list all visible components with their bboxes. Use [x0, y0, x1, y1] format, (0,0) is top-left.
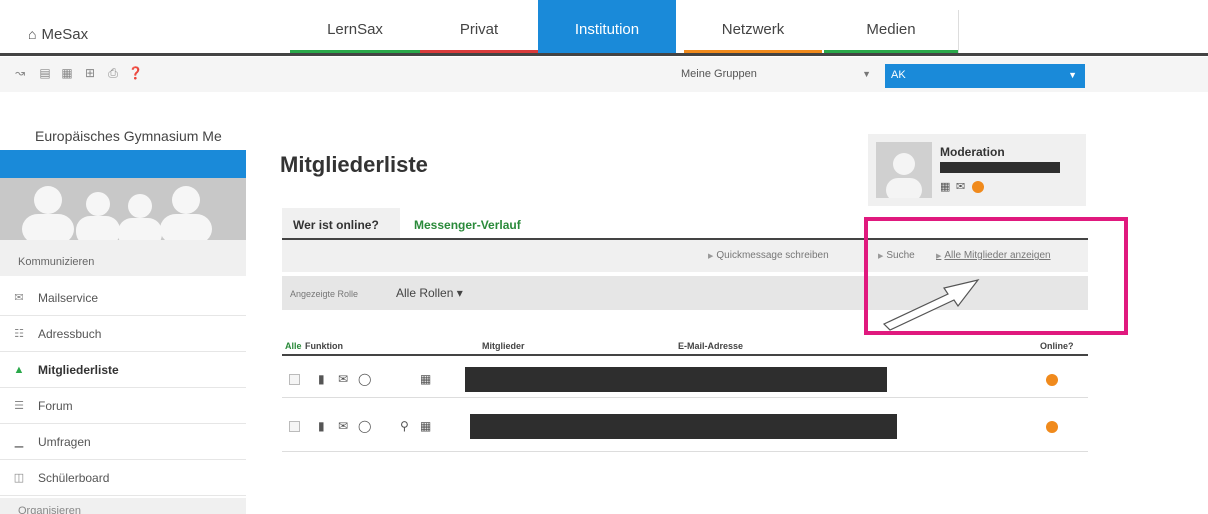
moderation-title: Moderation [940, 145, 1005, 159]
members-icon: ▲ [13, 364, 25, 376]
chart-icon: ▁ [14, 436, 24, 448]
vcard-icon[interactable]: ▦ [420, 372, 431, 386]
address-book-icon: ☷ [14, 328, 24, 340]
message-icon[interactable]: ▮ [318, 372, 325, 386]
online-status-icon [1046, 421, 1058, 433]
sidebar-item-label: Adressbuch [38, 327, 102, 341]
select-all-header[interactable]: Alle [285, 341, 302, 351]
sidebar-item-forum[interactable]: ☰ Forum [0, 388, 246, 424]
role-filter-label: Angezeigte Rolle [290, 289, 359, 299]
select-value: AK [891, 69, 906, 81]
row-checkbox[interactable] [289, 421, 300, 432]
at-icon[interactable]: ◯ [358, 419, 371, 433]
tab-lernsax[interactable]: LernSax [290, 0, 420, 53]
tab-divider [958, 10, 959, 53]
section-label: Kommunizieren [18, 256, 95, 268]
section-kommunizieren: Kommunizieren [0, 240, 246, 276]
online-header: Online? [1040, 341, 1074, 351]
user-placeholder-icon [886, 153, 922, 198]
tab-label: Netzwerk [721, 21, 785, 38]
sidebar-item-mitgliederliste[interactable]: ▲ Mitgliederliste [0, 352, 246, 388]
home-icon: ⌂ [28, 26, 37, 42]
envelope-icon[interactable]: ✉ [338, 419, 348, 433]
section-label: Organisieren [18, 505, 81, 514]
row-checkbox[interactable] [289, 374, 300, 385]
group-select[interactable]: AK ▼ [885, 64, 1085, 88]
forum-icon: ☰ [14, 400, 24, 412]
quickmessage-link[interactable]: ▶ Quickmessage schreiben [708, 250, 829, 261]
tab-medien[interactable]: Medien [824, 0, 958, 53]
envelope-icon: ✉ [14, 292, 24, 304]
tab-institution[interactable]: Institution [538, 0, 676, 53]
online-status-icon [1046, 374, 1058, 386]
function-header: Funktion [305, 341, 343, 351]
envelope-icon[interactable]: ✉ [338, 372, 348, 386]
redacted-name [940, 162, 1060, 173]
avatar [876, 142, 932, 198]
sidebar-item-adressbuch[interactable]: ☷ Adressbuch [0, 316, 246, 352]
group-people-icon [22, 186, 212, 240]
triangle-right-icon: ▶ [708, 253, 714, 260]
institution-name[interactable]: Europäisches Gymnasium Me [35, 128, 250, 144]
sidebar-item-umfragen[interactable]: ▁ Umfragen [0, 424, 246, 460]
link-label: Quickmessage schreiben [716, 250, 829, 261]
highlight-box [864, 217, 1128, 335]
print-icon[interactable]: ⎙ [106, 66, 120, 80]
sidebar-item-label: Forum [38, 399, 73, 413]
redacted-member [470, 414, 897, 439]
tab-privat[interactable]: Privat [420, 0, 538, 53]
sidebar-item-label: Schülerboard [38, 471, 110, 485]
table-header-line [282, 354, 1088, 356]
role-filter-select[interactable]: Alle Rollen ▾ [396, 286, 463, 300]
envelope-icon[interactable]: ✉ [956, 180, 965, 193]
help-icon[interactable]: ❓ [128, 66, 143, 80]
tab-label: LernSax [327, 21, 383, 38]
vcard-icon[interactable]: ▦ [940, 180, 950, 193]
online-status-icon [972, 181, 984, 193]
tab-messenger-verlauf[interactable]: Messenger-Verlauf [414, 218, 521, 232]
search-person-icon[interactable]: ⚲ [400, 419, 409, 433]
sidebar-item-label: Mitgliederliste [38, 363, 119, 377]
notes-icon[interactable]: ▤ [38, 66, 52, 80]
vcard-icon[interactable]: ▦ [420, 419, 431, 433]
document-icon[interactable]: ▦ [60, 66, 74, 80]
tab-label: Medien [866, 21, 916, 38]
brand-label: MeSax [41, 26, 89, 43]
at-icon[interactable]: ◯ [358, 372, 371, 386]
sidebar-item-schuelerboard[interactable]: ◫ Schülerboard [0, 460, 246, 496]
brand[interactable]: ⌂ MeSax [28, 26, 88, 43]
select-value: Meine Gruppen [681, 68, 757, 80]
expand-icon[interactable]: ⊞ [83, 66, 97, 80]
board-icon: ◫ [13, 472, 25, 484]
sidebar-item-mailservice[interactable]: ✉ Mailservice [0, 280, 246, 316]
redacted-member [465, 367, 887, 392]
tab-wer-ist-online[interactable]: Wer ist online? [282, 208, 400, 238]
sidebar-item-label: Umfragen [38, 435, 91, 449]
nav-underline [0, 53, 1208, 56]
members-header[interactable]: Mitglieder [482, 341, 525, 351]
message-icon[interactable]: ▮ [318, 419, 325, 433]
group-avatar [0, 178, 246, 240]
email-header[interactable]: E-Mail-Adresse [678, 341, 743, 351]
chevron-down-icon: ▼ [862, 69, 871, 79]
sidebar-header-bar [0, 150, 246, 178]
tab-label: Privat [459, 21, 499, 38]
chevron-down-icon: ▼ [1068, 70, 1077, 80]
tab-label: Wer ist online? [293, 218, 379, 232]
sidebar-item-label: Mailservice [38, 291, 99, 305]
tab-label: Institution [574, 21, 640, 38]
tab-netzwerk[interactable]: Netzwerk [684, 0, 822, 53]
section-organisieren: Organisieren [0, 498, 246, 514]
link-icon[interactable]: ↝ [13, 66, 27, 80]
page-title: Mitgliederliste [280, 152, 428, 177]
group-type-select[interactable]: Meine Gruppen ▼ [677, 63, 877, 85]
